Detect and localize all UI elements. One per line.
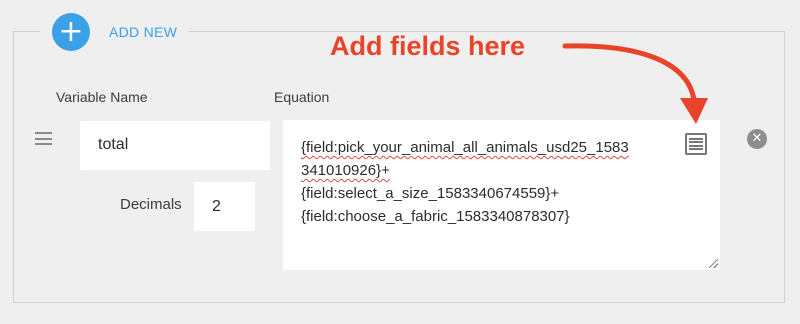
equation-line: {field:choose_a_fabric_1583340878307}: [301, 208, 570, 225]
equation-line: 341010926}+: [301, 162, 390, 179]
field-list-icon[interactable]: [685, 133, 707, 155]
annotation-text: Add fields here: [330, 31, 526, 61]
equation-header: Equation: [274, 89, 330, 105]
equation-line: {field:pick_your_animal_all_animals_usd2…: [301, 139, 629, 156]
drag-handle-icon[interactable]: [35, 132, 52, 145]
add-new-group[interactable]: + ADD NEW: [40, 0, 190, 64]
decimals-label: Decimals: [120, 196, 182, 213]
equation-textarea[interactable]: {field:pick_your_animal_all_animals_usd2…: [283, 120, 720, 270]
decimals-input[interactable]: 2: [194, 182, 255, 231]
remove-icon[interactable]: ✕: [747, 129, 767, 149]
plus-icon[interactable]: +: [52, 13, 90, 51]
resize-grip-icon[interactable]: [709, 259, 718, 268]
variable-name-input[interactable]: total: [80, 121, 270, 170]
equation-line: {field:select_a_size_1583340674559}+: [301, 185, 560, 202]
add-new-label[interactable]: ADD NEW: [109, 24, 177, 40]
variable-name-header: Variable Name: [56, 89, 148, 105]
